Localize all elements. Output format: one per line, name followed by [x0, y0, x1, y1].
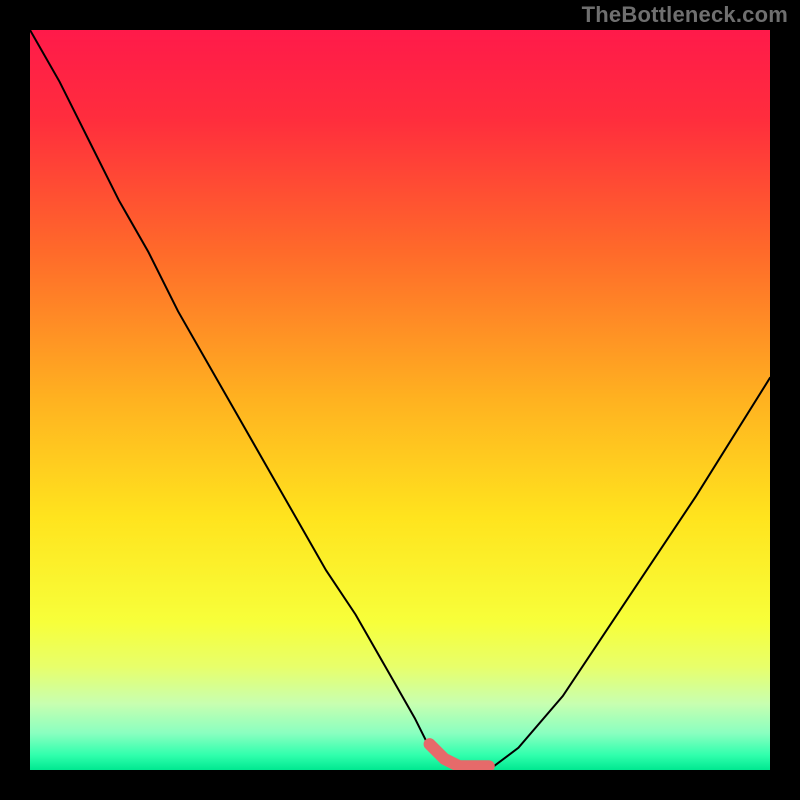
chart-frame: TheBottleneck.com: [0, 0, 800, 800]
gradient-background: [30, 30, 770, 770]
watermark-text: TheBottleneck.com: [582, 2, 788, 28]
chart-svg: [30, 30, 770, 770]
bottleneck-chart: [30, 30, 770, 770]
